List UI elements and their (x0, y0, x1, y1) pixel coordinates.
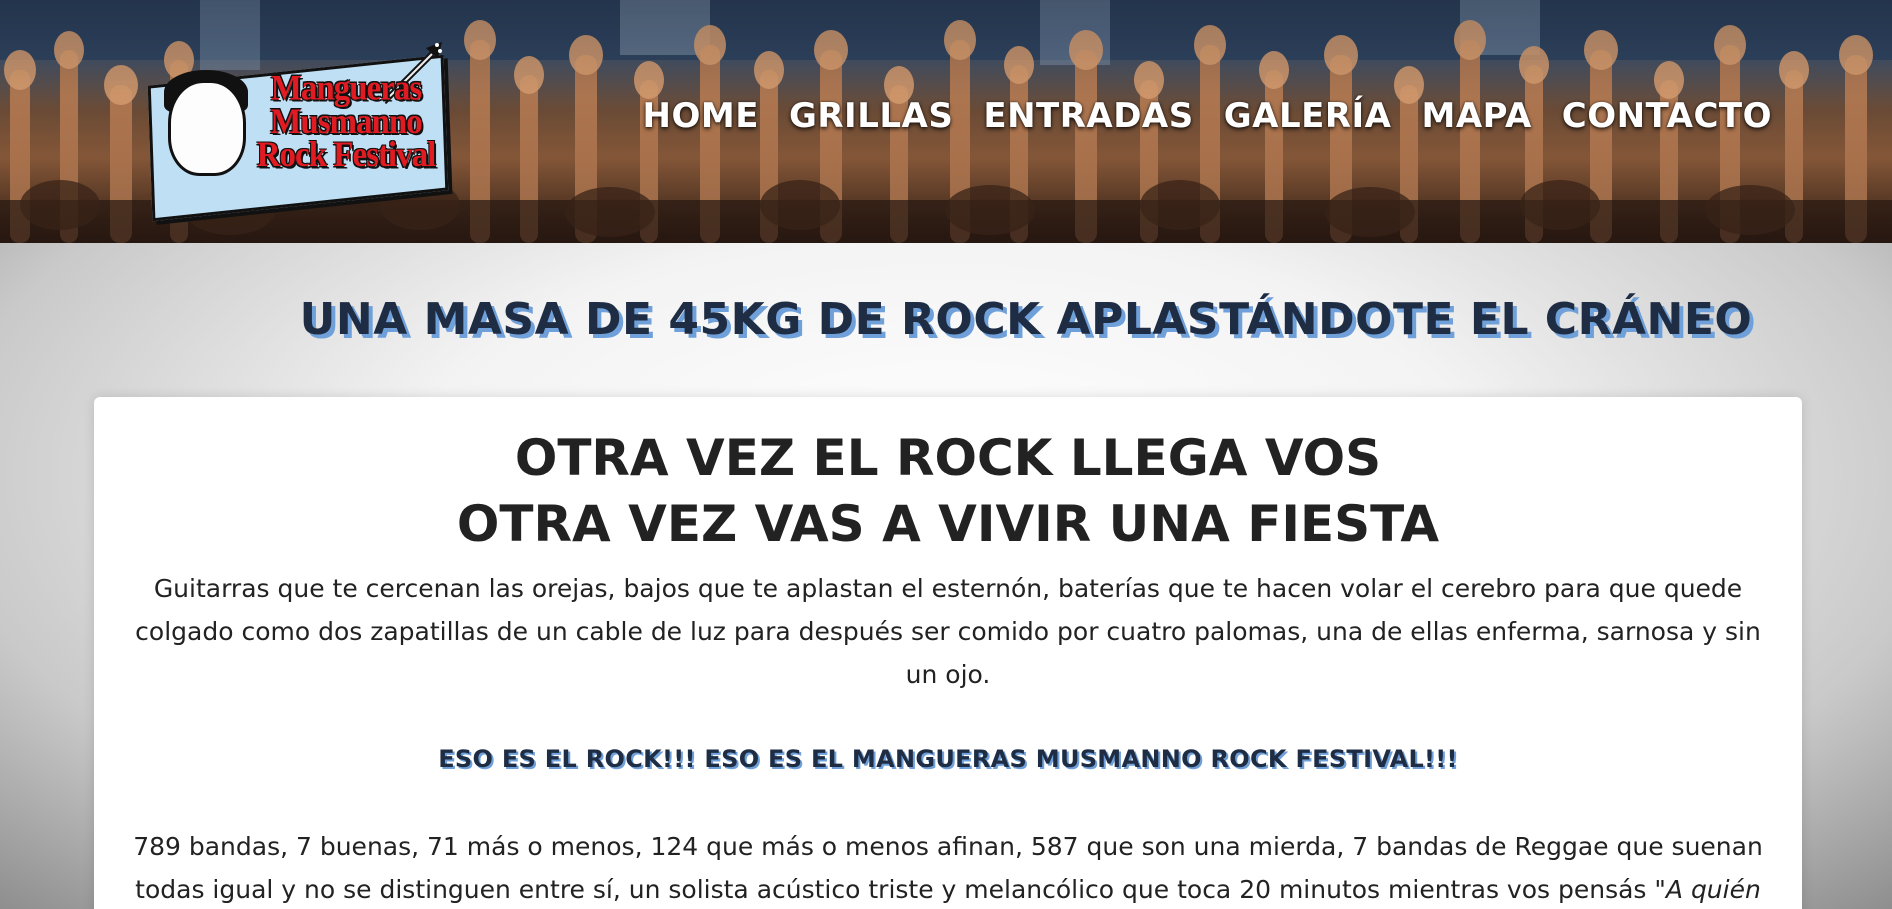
logo-text: Mangueras Musmanno Rock Festival (246, 69, 446, 175)
card-title: OTRA VEZ EL ROCK LLEGA VOS OTRA VEZ VAS … (94, 425, 1802, 557)
logo-face-graphic (168, 80, 246, 176)
hero-header: Mangueras Musmanno Rock Festival HOME GR… (0, 0, 1892, 243)
main-navigation: HOME GRILLAS ENTRADAS GALERÍA MAPA CONTA… (643, 96, 1772, 136)
intro-paragraph: Guitarras que te cercenan las orejas, ba… (135, 574, 1761, 689)
nav-entradas[interactable]: ENTRADAS (983, 96, 1193, 136)
nav-home[interactable]: HOME (643, 96, 759, 136)
logo-line-2: Musmanno (270, 102, 423, 142)
logo-line-1: Mangueras (270, 69, 423, 108)
nav-grillas[interactable]: GRILLAS (789, 96, 953, 136)
festival-logo[interactable]: Mangueras Musmanno Rock Festival (146, 40, 449, 222)
bands-paragraph: 789 bandas, 7 buenas, 71 más o menos, 12… (128, 825, 1768, 909)
card-title-line-1: OTRA VEZ EL ROCK LLEGA VOS (514, 429, 1382, 487)
content-card: OTRA VEZ EL ROCK LLEGA VOS OTRA VEZ VAS … (94, 397, 1802, 909)
nav-mapa[interactable]: MAPA (1422, 96, 1532, 136)
nav-contacto[interactable]: CONTACTO (1562, 96, 1772, 136)
highlight-slogan: ESO ES EL ROCK!!! ESO ES EL MANGUERAS MU… (438, 745, 1458, 773)
bands-paragraph-text: 789 bandas, 7 buenas, 71 más o menos, 12… (133, 832, 1763, 904)
nav-galeria[interactable]: GALERÍA (1224, 96, 1392, 136)
bands-paragraph-quote: "A quién (1654, 875, 1761, 904)
logo-line-3: Rock Festival (256, 136, 437, 175)
card-title-line-2: OTRA VEZ VAS A VIVIR UNA FIESTA (456, 495, 1440, 553)
page-tagline: UNA MASA DE 45KG DE ROCK APLASTÁNDOTE EL… (299, 294, 1753, 345)
